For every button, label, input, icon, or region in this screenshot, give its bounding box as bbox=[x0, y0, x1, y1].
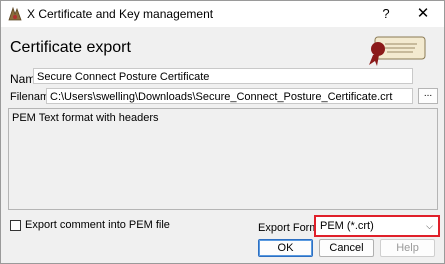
close-button[interactable]: ✕ bbox=[413, 4, 433, 24]
dialog-window: X Certificate and Key management ? ✕ Cer… bbox=[0, 0, 445, 264]
page-title: Certificate export bbox=[10, 39, 131, 56]
export-comment-checkbox[interactable] bbox=[10, 220, 21, 231]
certificate-seal-icon bbox=[369, 36, 426, 66]
name-field[interactable]: Secure Connect Posture Certificate bbox=[33, 68, 413, 84]
help-button[interactable]: Help bbox=[380, 239, 435, 257]
format-description: PEM Text format with headers bbox=[8, 108, 438, 210]
window-title: X Certificate and Key management bbox=[27, 7, 214, 21]
filename-field[interactable]: C:\Users\swelling\Downloads\Secure_Conne… bbox=[46, 88, 413, 104]
export-format-select[interactable]: PEM (*.crt) ⌵ bbox=[314, 215, 440, 237]
app-icon bbox=[8, 6, 22, 21]
browse-button[interactable]: ... bbox=[418, 88, 438, 104]
export-format-value: PEM (*.crt) bbox=[320, 220, 374, 232]
cancel-button[interactable]: Cancel bbox=[319, 239, 374, 257]
title-bar: X Certificate and Key management ? ✕ bbox=[1, 1, 444, 27]
export-comment-label: Export comment into PEM file bbox=[25, 219, 170, 231]
chevron-down-icon: ⌵ bbox=[426, 221, 433, 231]
help-title-button[interactable]: ? bbox=[377, 4, 395, 24]
ok-button[interactable]: OK bbox=[258, 239, 313, 257]
